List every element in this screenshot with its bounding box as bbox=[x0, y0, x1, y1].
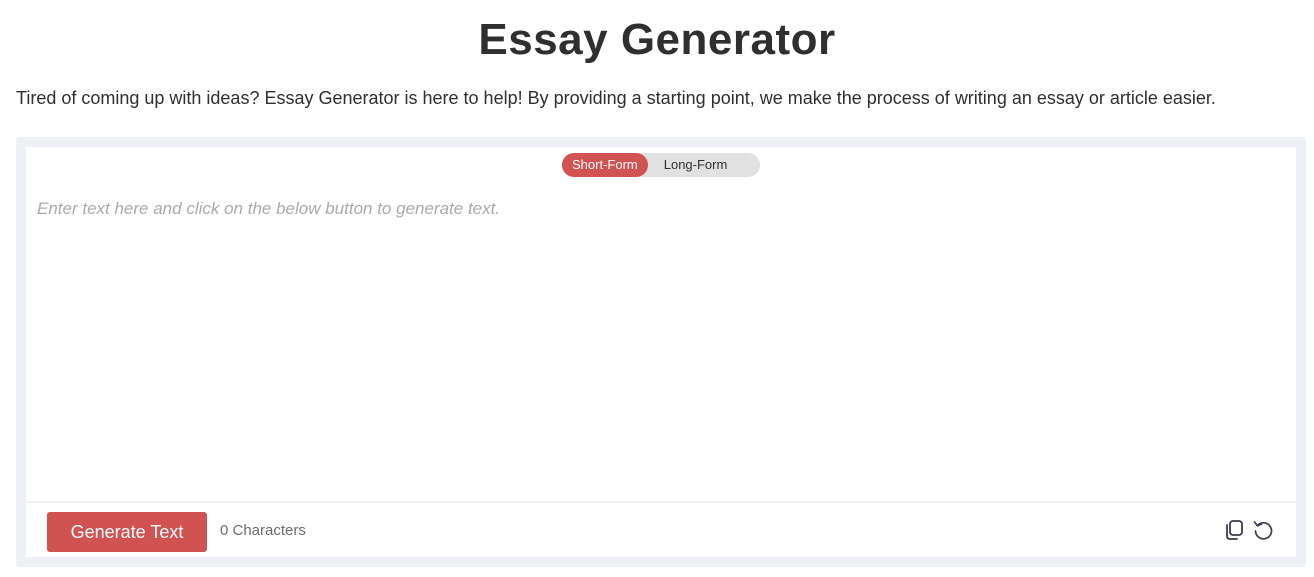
mode-toggle: Short-Form Long-Form bbox=[562, 153, 760, 177]
reset-icon[interactable] bbox=[1251, 518, 1275, 542]
essay-input[interactable] bbox=[26, 185, 1296, 503]
essay-generator-page: Essay Generator Tired of coming up with … bbox=[0, 0, 1314, 577]
generator-card: Short-Form Long-Form Generate Text 0 Cha… bbox=[26, 147, 1296, 557]
generator-panel: Short-Form Long-Form Generate Text 0 Cha… bbox=[16, 137, 1306, 567]
page-title: Essay Generator bbox=[478, 15, 836, 64]
generate-text-button[interactable]: Generate Text bbox=[47, 512, 207, 552]
copy-icon[interactable] bbox=[1222, 518, 1246, 542]
page-description: Tired of coming up with ideas? Essay Gen… bbox=[16, 88, 1216, 108]
editor-footer: Generate Text 0 Characters bbox=[26, 507, 1296, 557]
character-count: 0 Characters bbox=[220, 522, 306, 539]
toggle-long-form[interactable]: Long-Form bbox=[648, 153, 738, 177]
toggle-short-form[interactable]: Short-Form bbox=[562, 153, 648, 177]
